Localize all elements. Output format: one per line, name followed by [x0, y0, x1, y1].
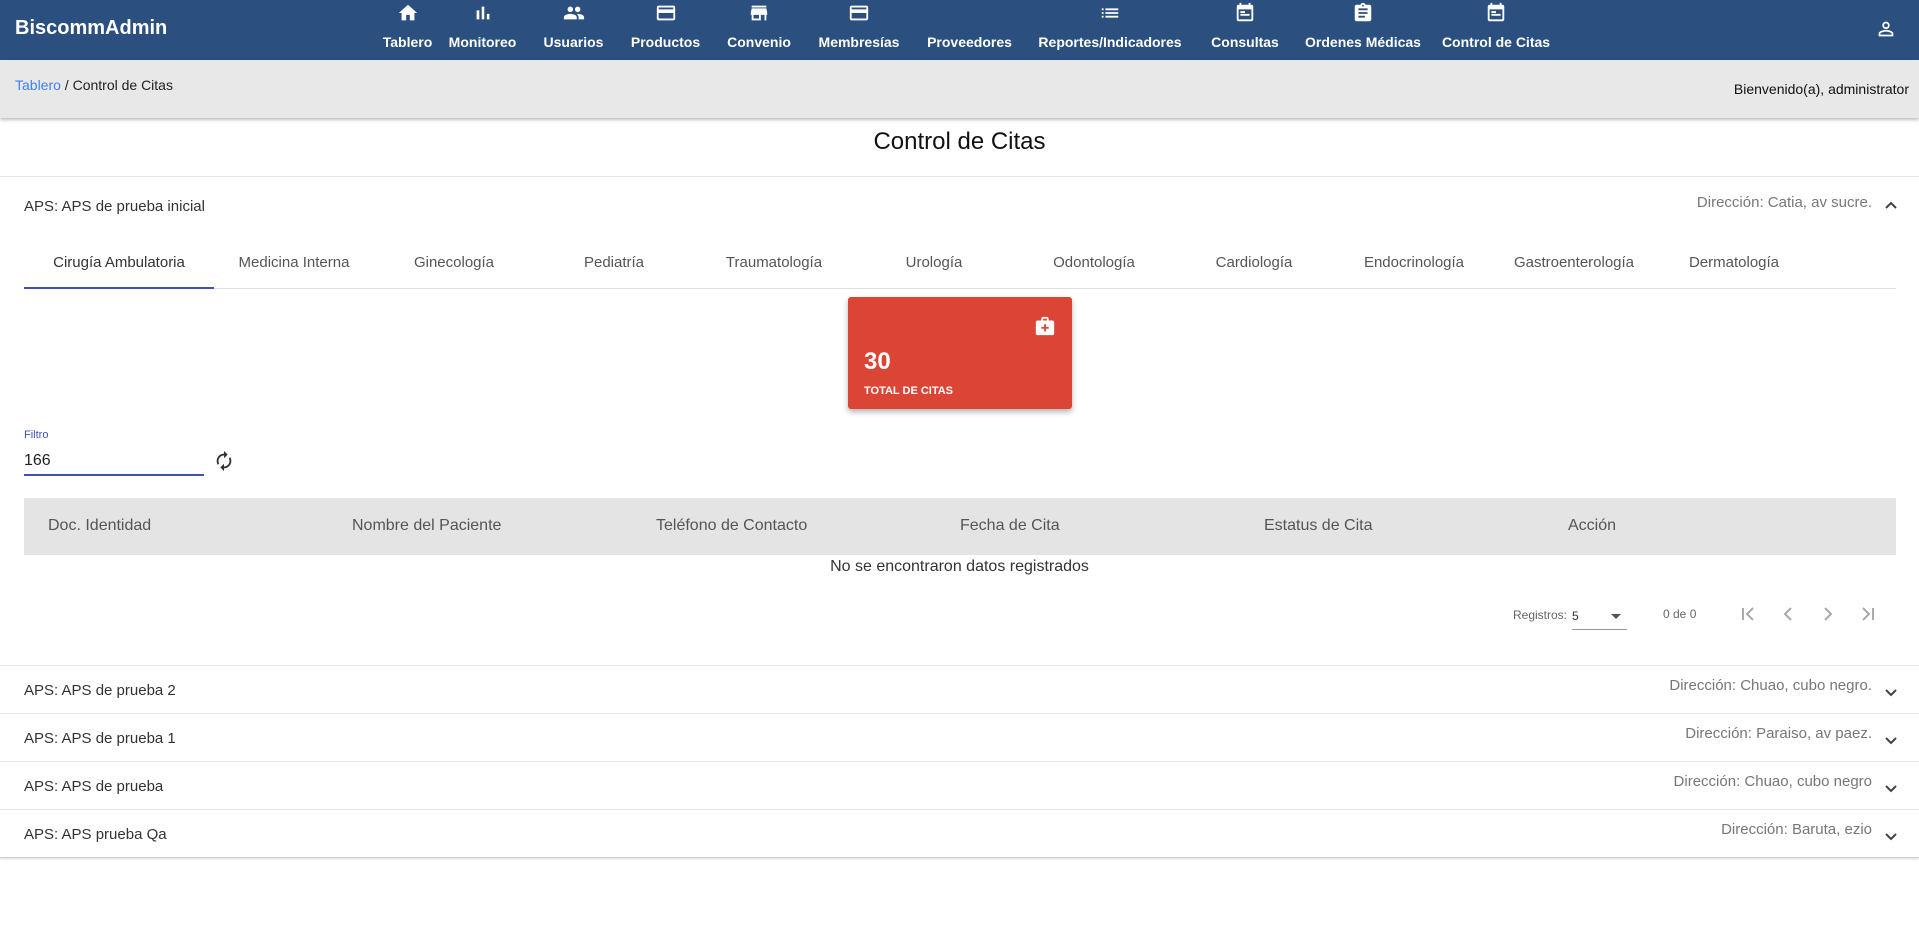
nav-item-convenio[interactable]: Convenio — [712, 0, 806, 60]
page-size-value: 5 — [1572, 609, 1579, 623]
breadcrumb-home-link[interactable]: Tablero — [15, 77, 61, 93]
page-title: Control de Citas — [873, 128, 1046, 155]
top-navbar: BiscommAdmin Tablero Monitoreo Usuarios … — [0, 0, 1919, 60]
nav-item-consultas[interactable]: Consultas — [1193, 0, 1297, 60]
col-telefono[interactable]: Teléfono de Contacto — [656, 517, 807, 535]
tab-ginecologia[interactable]: Ginecología — [374, 242, 534, 288]
credit-card-icon — [656, 5, 675, 21]
nav-item-productos[interactable]: Productos — [619, 0, 712, 60]
chevron-down-icon[interactable] — [1883, 684, 1899, 700]
welcome-text: Bienvenido(a), administrator — [1733, 81, 1909, 97]
panel-address: Dirección: Baruta, ezio — [1721, 821, 1872, 838]
panel-address: Dirección: Chuao, cubo negro. — [1669, 677, 1872, 694]
panel-title: APS: APS de prueba 2 — [24, 682, 176, 699]
tab-urologia[interactable]: Urología — [854, 242, 1014, 288]
calendar-icon — [1487, 2, 1505, 22]
total-citas-value: 30 — [864, 348, 891, 375]
nav-item-membresias[interactable]: Membresías — [806, 0, 912, 60]
empty-table-message: No se encontraron datos registrados — [830, 558, 1089, 575]
paginator-label: Registros: — [1513, 608, 1568, 622]
tab-pediatria[interactable]: Pediatría — [534, 242, 694, 288]
nav-label: Ordenes Médicas — [1305, 34, 1421, 50]
panel-address: Dirección: Catia, av sucre. — [1696, 194, 1872, 211]
chevron-down-icon[interactable] — [1883, 828, 1899, 844]
nav-item-proveedores[interactable]: Proveedores — [912, 0, 1027, 60]
first-page-icon[interactable] — [1737, 603, 1759, 625]
col-doc-identidad[interactable]: Doc. Identidad — [48, 517, 151, 535]
page-size-select[interactable]: 5 — [1572, 602, 1627, 630]
tab-traumatologia[interactable]: Traumatología — [694, 242, 854, 288]
tab-endocrinologia[interactable]: Endocrinología — [1334, 242, 1494, 288]
total-citas-label: TOTAL DE CITAS — [864, 385, 954, 397]
tab-odontologia[interactable]: Odontología — [1014, 242, 1174, 288]
nav-label: Productos — [630, 34, 701, 50]
paginator-range: 0 de 0 — [1663, 607, 1697, 621]
app-brand[interactable]: BiscommAdmin — [15, 17, 167, 40]
breadcrumb: Tablero / Control de Citas — [15, 77, 173, 93]
col-nombre-paciente[interactable]: Nombre del Paciente — [352, 517, 501, 535]
breadcrumb-bar: Tablero / Control de Citas Bienvenido(a)… — [0, 60, 1919, 118]
bar-chart-icon — [476, 6, 489, 20]
nav-label: Tablero — [382, 34, 433, 50]
nav-label: Proveedores — [927, 34, 1012, 50]
panel-title: APS: APS de prueba 1 — [24, 730, 176, 747]
main-nav: Tablero Monitoreo Usuarios Productos Con… — [378, 0, 1563, 60]
people-icon — [563, 6, 584, 20]
panel-title: APS: APS de prueba — [24, 778, 164, 795]
nav-item-tablero[interactable]: Tablero — [378, 0, 437, 60]
store-icon — [750, 5, 768, 21]
table-header: Doc. Identidad Nombre del Paciente Teléf… — [24, 498, 1896, 555]
refresh-icon[interactable] — [213, 450, 235, 472]
filter-label: Filtro — [24, 429, 49, 441]
panel-address: Dirección: Chuao, cubo negro — [1673, 773, 1872, 790]
medical-bag-icon — [1035, 316, 1055, 336]
aps-panel-collapsed[interactable]: APS: APS de prueba 1 Dirección: Paraiso,… — [0, 713, 1919, 761]
chevron-up-icon[interactable] — [1883, 198, 1899, 214]
tab-cardiologia[interactable]: Cardiología — [1174, 242, 1334, 288]
aps-panel-collapsed[interactable]: APS: APS de prueba Dirección: Chuao, cub… — [0, 761, 1919, 809]
nav-item-reportes[interactable]: Reportes/Indicadores — [1027, 0, 1193, 60]
nav-label: Convenio — [727, 34, 791, 50]
dropdown-arrow-icon — [1611, 614, 1621, 619]
nav-label: Reportes/Indicadores — [1038, 34, 1182, 50]
nav-label: Consultas — [1211, 34, 1279, 50]
chevron-down-icon[interactable] — [1883, 732, 1899, 748]
tab-dermatologia[interactable]: Dermatología — [1654, 242, 1814, 288]
user-account-icon[interactable] — [1875, 18, 1897, 40]
chevron-down-icon[interactable] — [1883, 780, 1899, 796]
calendar-icon — [1236, 2, 1254, 22]
col-accion: Acción — [1568, 517, 1617, 534]
tab-medicina-interna[interactable]: Medicina Interna — [214, 242, 374, 288]
col-estatus-cita[interactable]: Estatus de Cita — [1264, 517, 1373, 535]
clipboard-icon — [1354, 2, 1372, 22]
credit-card-icon — [849, 5, 869, 21]
panel-address: Dirección: Paraiso, av paez. — [1685, 725, 1872, 742]
next-page-icon[interactable] — [1817, 603, 1839, 625]
nav-item-control-citas[interactable]: Control de Citas — [1429, 0, 1563, 60]
nav-item-monitoreo[interactable]: Monitoreo — [437, 0, 528, 60]
home-icon — [398, 4, 417, 21]
breadcrumb-separator: / — [60, 77, 73, 93]
nav-item-ordenes-medicas[interactable]: Ordenes Médicas — [1297, 0, 1429, 60]
last-page-icon[interactable] — [1857, 603, 1879, 625]
col-fecha-cita[interactable]: Fecha de Cita — [960, 517, 1060, 535]
tab-cirugia-ambulatoria[interactable]: Cirugía Ambulatoria — [24, 242, 214, 289]
aps-panel-collapsed[interactable]: APS: APS de prueba 2 Dirección: Chuao, c… — [0, 665, 1919, 713]
aps-panel-collapsed[interactable]: APS: APS prueba Qa Dirección: Baruta, ez… — [0, 809, 1919, 858]
panel-title[interactable]: APS: APS de prueba inicial — [24, 198, 205, 215]
list-icon — [1101, 8, 1119, 18]
breadcrumb-current: Control de Citas — [72, 77, 173, 93]
panel-title: APS: APS prueba Qa — [24, 826, 167, 843]
previous-page-icon[interactable] — [1777, 603, 1799, 625]
specialty-tabs: Cirugía Ambulatoria Medicina Interna Gin… — [24, 242, 1896, 289]
nav-item-usuarios[interactable]: Usuarios — [528, 0, 619, 60]
filter-input[interactable] — [24, 448, 204, 476]
nav-label: Usuarios — [543, 34, 604, 50]
nav-label: Control de Citas — [1441, 34, 1551, 50]
tab-gastroenterologia[interactable]: Gastroenterología — [1494, 242, 1654, 288]
nav-label: Monitoreo — [448, 34, 517, 50]
total-citas-card: 30 TOTAL DE CITAS — [848, 297, 1072, 409]
nav-label: Membresías — [818, 34, 900, 50]
